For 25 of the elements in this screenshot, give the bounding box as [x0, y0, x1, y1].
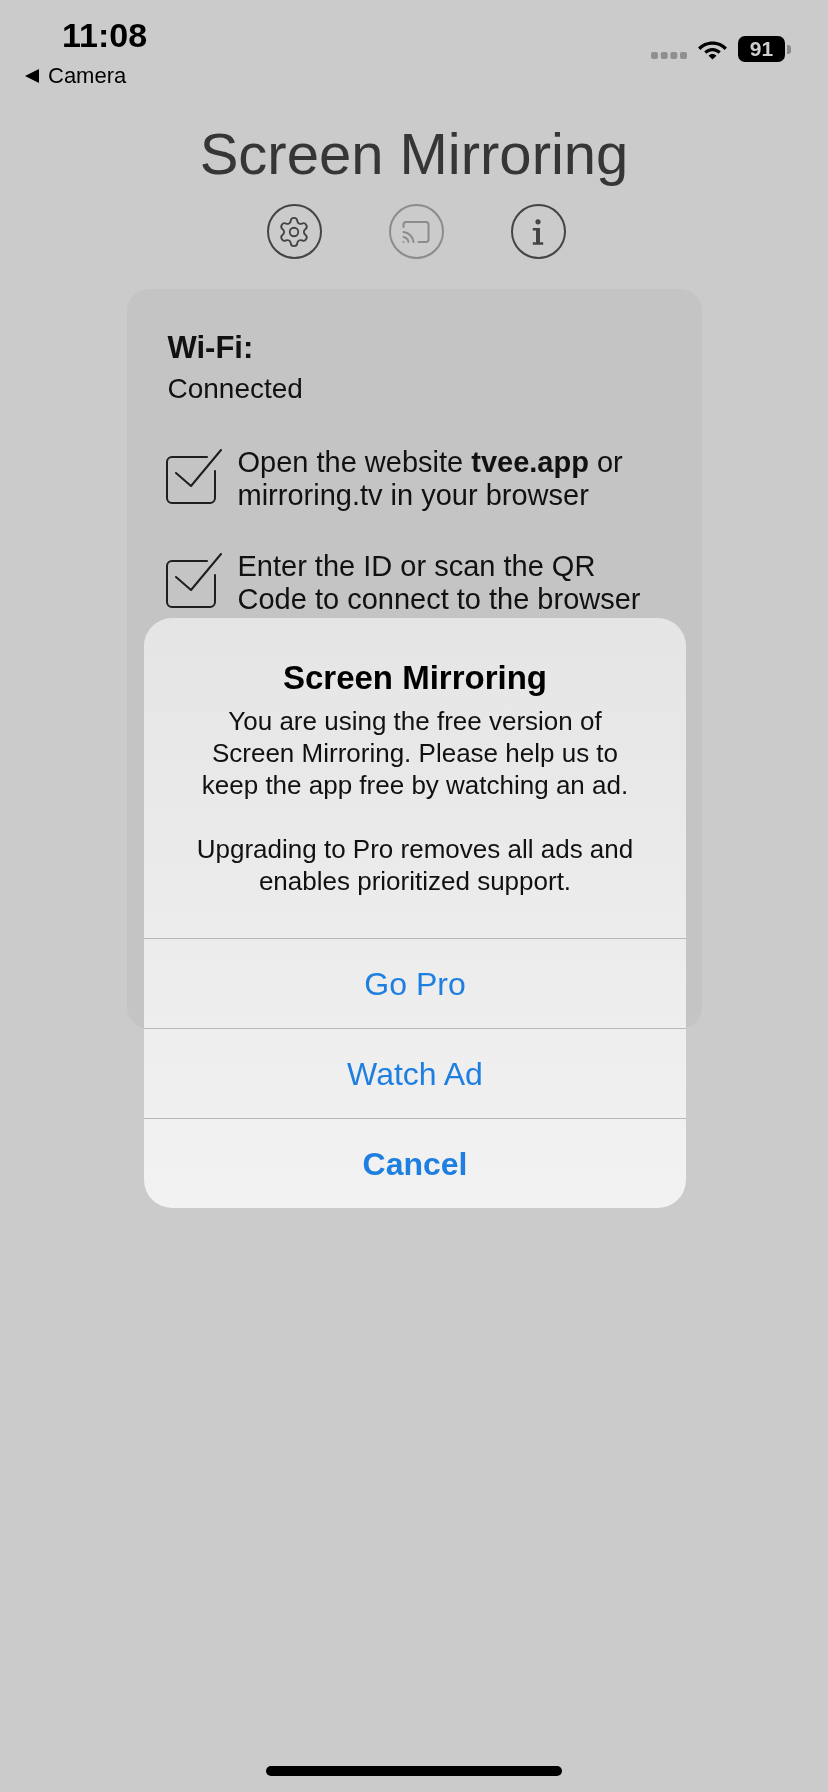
alert-message: You are using the free version of Screen Mirroring. Please help us to keep the app free by watching an ad. [200, 705, 630, 801]
back-triangle-icon [25, 69, 39, 83]
checked-checkbox-icon[interactable] [165, 553, 222, 609]
battery-level: 91 [738, 36, 785, 62]
settings-button[interactable] [266, 204, 322, 259]
info-icon [532, 218, 544, 245]
cancel-button[interactable]: Cancel [144, 1118, 686, 1208]
alert-action-button[interactable]: Watch Ad [144, 1028, 686, 1118]
alert-title: Screen Mirroring [282, 658, 548, 698]
step-instruction: Enter the ID or scan the QR Code to connect to the browser [237, 550, 642, 616]
back-label: Camera [48, 64, 127, 88]
info-button[interactable] [510, 204, 566, 259]
wifi-label: Wi-Fi: [166, 330, 255, 366]
alert-action-button[interactable]: Go Pro [144, 938, 686, 1028]
alert-message: Upgrading to Pro removes all ads and enables prioritized support. [195, 833, 635, 897]
step-instruction: Open the website tvee.app or mirroring.tv in your browser [237, 446, 624, 512]
gear-icon [277, 214, 311, 249]
wifi-status: Connected [166, 372, 304, 406]
back-link[interactable]: Camera [25, 64, 148, 88]
battery-tip-icon [787, 44, 791, 54]
wifi-icon [697, 41, 728, 60]
page-title: Screen Mirroring [198, 122, 630, 186]
checked-checkbox-icon[interactable] [165, 449, 222, 505]
cellular-signal-icon [651, 52, 687, 59]
status-time: 11:08 [62, 17, 148, 53]
